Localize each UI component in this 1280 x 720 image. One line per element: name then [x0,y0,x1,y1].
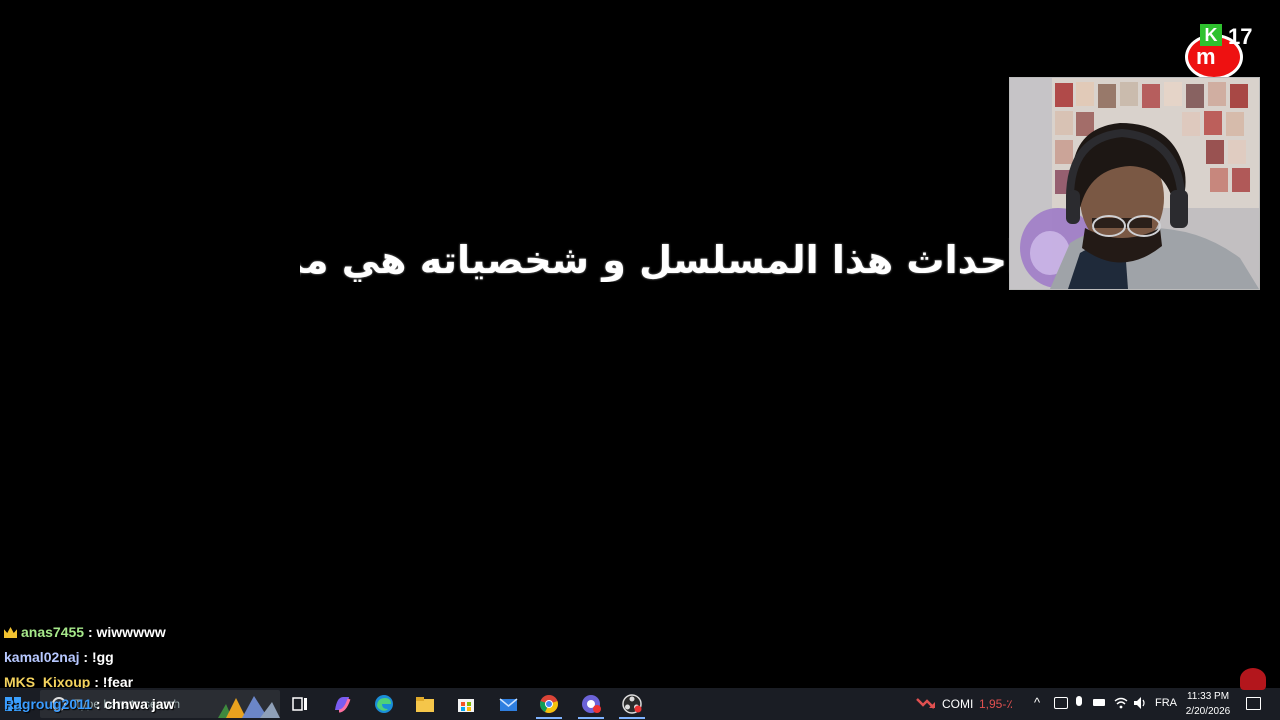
clock-date: 2/20/2026 [1185,706,1231,717]
chrome-icon[interactable] [536,693,562,719]
active-indicator [536,717,562,719]
logo-mu: m [1196,44,1216,69]
edge-browser-icon[interactable] [373,693,395,715]
wifi-icon[interactable] [1114,697,1128,709]
webcam-overlay [1009,77,1260,290]
battery-icon[interactable] [1093,699,1105,706]
mail-icon[interactable] [497,693,519,715]
search-highlight-illustration [218,696,280,718]
channel-watermark-icon [1240,668,1266,690]
task-view-icon[interactable] [289,693,311,715]
clock[interactable]: 11:33 PM 2/20/2026 [1180,689,1236,719]
active-indicator [578,717,604,719]
chat-message: kamal02naj : !gg [4,645,166,670]
show-hidden-icons-chevron-icon[interactable]: ^ [1034,695,1040,710]
channel-logo: K m 17 [1182,24,1262,80]
microphone-icon[interactable] [1076,696,1082,706]
notifications-icon[interactable] [1246,697,1261,710]
chat-username: Ragroug2011 [4,696,92,712]
webcam-image [1010,78,1259,289]
chat-username: kamal02naj [4,649,80,665]
language-indicator[interactable]: FRA [1155,697,1177,709]
chat-text: : wiwwwww [84,624,166,640]
crown-icon [4,627,17,638]
stock-ticker[interactable]: COMI [942,697,973,711]
copilot-icon[interactable] [331,693,353,715]
chrome-profile-icon[interactable] [578,693,604,719]
clock-time: 11:33 PM [1186,691,1230,702]
microsoft-store-icon[interactable] [455,693,477,715]
video-subtitle: أحداث هذا المسلسل و شخصياته هي من [300,238,1020,282]
stock-change: 1,95-٪ [979,697,1013,711]
logo-number: 17 [1228,24,1253,49]
chat-overlay: anas7455 : wiwwwww kamal02naj : !gg MKS_… [4,620,166,695]
camera-icon[interactable] [1054,697,1068,709]
file-explorer-icon[interactable] [414,693,436,715]
obs-icon[interactable] [619,693,645,719]
chat-message: anas7455 : wiwwwww [4,620,166,645]
chat-text: : chnwa jaw [91,696,175,712]
volume-icon[interactable] [1133,696,1147,710]
logo-k: K [1200,24,1222,46]
chat-text: : !gg [79,649,114,665]
chat-message: Ragroug2011 : chnwa jaw [4,694,174,714]
stock-down-icon[interactable] [916,696,936,710]
chat-username: anas7455 [21,624,85,640]
active-indicator [619,717,645,719]
